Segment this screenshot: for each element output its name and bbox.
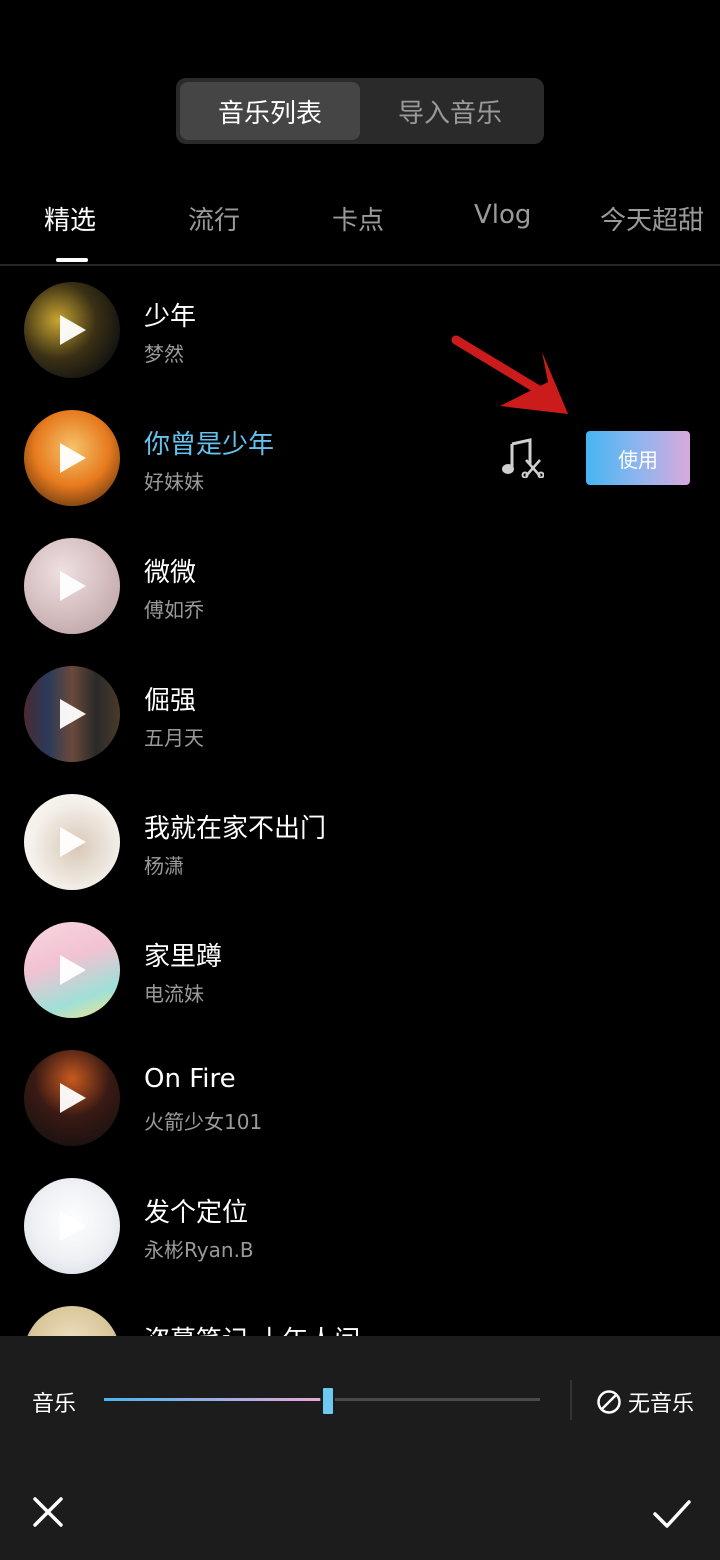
song-row[interactable]: 我就在家不出门 杨潇 — [0, 778, 720, 906]
play-icon — [60, 1211, 86, 1241]
play-icon — [60, 827, 86, 857]
play-icon — [60, 571, 86, 601]
song-title: 盗墓笔记·十年人间 — [144, 1320, 360, 1336]
play-icon — [60, 699, 86, 729]
album-cover[interactable] — [24, 1178, 120, 1274]
album-cover[interactable] — [24, 794, 120, 890]
song-row[interactable]: 倔强 五月天 — [0, 650, 720, 778]
use-button[interactable]: 使用 — [586, 431, 690, 485]
song-artist: 永彬Ryan.B — [144, 1238, 254, 1262]
active-tab-indicator — [56, 258, 88, 262]
song-row[interactable]: On Fire 火箭少女101 — [0, 1034, 720, 1162]
album-cover[interactable] — [24, 410, 120, 506]
bottom-panel: 音乐 无音乐 — [0, 1336, 720, 1560]
song-row[interactable]: 少年 梦然 — [0, 266, 720, 394]
tab-music-list[interactable]: 音乐列表 — [180, 82, 360, 140]
song-row[interactable]: 微微 傅如乔 — [0, 522, 720, 650]
song-artist: 火箭少女101 — [144, 1110, 263, 1134]
album-cover[interactable] — [24, 1306, 120, 1336]
play-icon — [60, 1083, 86, 1113]
song-title: 少年 — [144, 302, 197, 332]
song-row[interactable]: 发个定位 永彬Ryan.B — [0, 1162, 720, 1290]
play-icon — [60, 955, 86, 985]
song-title: 倔强 — [144, 686, 197, 716]
volume-slider-handle[interactable] — [321, 1386, 335, 1416]
song-artist: 杨潇 — [144, 854, 184, 878]
source-segment: 音乐列表 导入音乐 — [176, 78, 544, 144]
song-artist: 五月天 — [144, 726, 204, 750]
album-cover[interactable] — [24, 1050, 120, 1146]
album-cover[interactable] — [24, 282, 120, 378]
close-icon[interactable] — [30, 1494, 66, 1530]
album-cover[interactable] — [24, 922, 120, 1018]
check-icon[interactable] — [652, 1498, 692, 1530]
song-row[interactable]: 盗墓笔记·十年人间 — [0, 1290, 720, 1336]
volume-slider[interactable] — [104, 1386, 540, 1416]
song-title: 家里蹲 — [144, 942, 223, 972]
tab-import-music[interactable]: 导入音乐 — [360, 82, 540, 140]
category-tabs: 精选 流行 卡点 Vlog 今天超甜 — [0, 190, 720, 266]
song-artist: 傅如乔 — [144, 598, 204, 622]
no-music-button[interactable]: 无音乐 — [596, 1386, 694, 1418]
category-tab-sweet[interactable]: 今天超甜 — [600, 200, 704, 237]
category-tab-beat[interactable]: 卡点 — [332, 200, 384, 237]
category-tab-popular[interactable]: 流行 — [188, 200, 240, 237]
song-title: 发个定位 — [144, 1198, 249, 1228]
annotation-arrow-icon — [448, 330, 578, 420]
song-title: 我就在家不出门 — [144, 814, 327, 844]
play-icon — [60, 443, 86, 473]
music-cut-icon[interactable] — [500, 438, 545, 479]
song-row[interactable]: 家里蹲 电流妹 — [0, 906, 720, 1034]
category-tab-vlog[interactable]: Vlog — [474, 200, 531, 230]
song-artist: 梦然 — [144, 342, 184, 366]
song-title: 微微 — [144, 558, 197, 588]
song-title: 你曾是少年 — [144, 430, 275, 460]
album-cover[interactable] — [24, 538, 120, 634]
song-title: On Fire — [144, 1064, 236, 1094]
no-music-label: 无音乐 — [628, 1392, 695, 1417]
play-icon — [60, 315, 86, 345]
volume-slider-fill — [104, 1398, 320, 1401]
song-list[interactable]: 少年 梦然 你曾是少年 好妹妹 微微 傅如乔 倔强 五月天 我就在家不出门 杨潇 — [0, 266, 720, 1336]
no-music-icon — [597, 1390, 621, 1414]
song-artist: 好妹妹 — [144, 470, 204, 494]
music-volume-label: 音乐 — [32, 1392, 77, 1417]
divider — [570, 1380, 572, 1420]
category-tab-featured[interactable]: 精选 — [44, 200, 96, 237]
song-artist: 电流妹 — [144, 982, 204, 1006]
album-cover[interactable] — [24, 666, 120, 762]
